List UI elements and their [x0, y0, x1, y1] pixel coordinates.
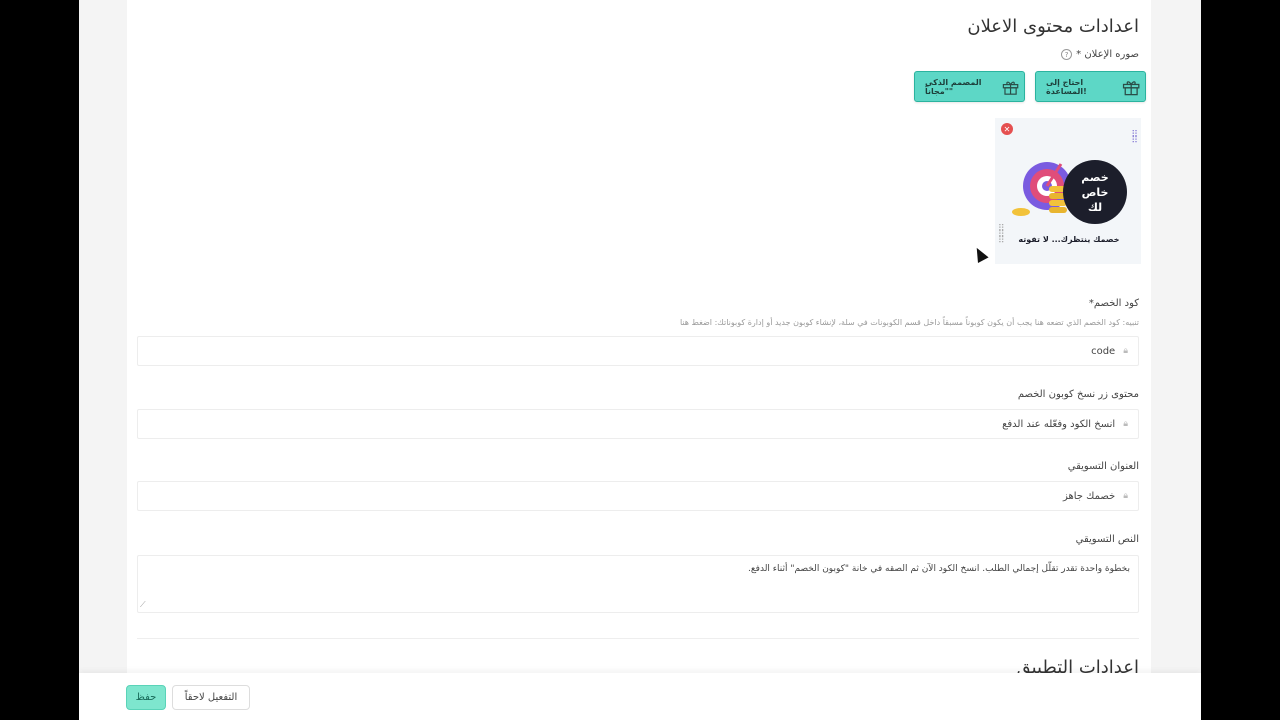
copy-button-text-label: محتوى زر نسخ كوبون الخصم [1017, 389, 1139, 400]
coupon-code-hint: تنبيه: كود الخصم الذي تضعه هنا يجب أن يك… [679, 318, 1139, 327]
drag-handle-icon[interactable]: ⠿ ⠿ [1131, 131, 1138, 146]
need-help-button[interactable]: احتاج إلى المساعدة! [1035, 71, 1146, 102]
promo-badge-line: خصم [1081, 170, 1109, 184]
save-button[interactable]: حفظ [126, 685, 166, 710]
footer-bar: حفظ التفعيل لاحقاً [79, 673, 1201, 720]
marketing-title-value: خصمك جاهز [1062, 490, 1116, 502]
ad-image-label: صوره الإعلان * [1076, 49, 1139, 60]
drag-handle-icon[interactable]: ⠿ ⠿ ⠿ [998, 225, 1005, 246]
help-icon[interactable]: ? [1061, 49, 1073, 60]
ad-image-preview: ✕ ⠿ ⠿ ⠿ ⠿ ⠿ خصم خاص لك خصمك ينتظرك... لا تف [995, 118, 1141, 264]
need-help-button-label: احتاج إلى المساعدة! [1046, 77, 1087, 96]
close-icon[interactable]: ✕ [1001, 123, 1013, 135]
coupon-code-value: code [1091, 345, 1116, 357]
marketing-text-label: النص التسويقي [1075, 534, 1139, 545]
gift-icon [1122, 80, 1140, 95]
gift-icon [1002, 81, 1019, 95]
promo-subtitle: خصمك ينتظرك... لا تفوته [1018, 235, 1120, 244]
ai-designer-button[interactable]: المصمم الذكي "مجاناً" [914, 71, 1025, 102]
copy-button-text-input[interactable]: 🔒︎ انسخ الكود وفعّله عند الدفع [137, 409, 1139, 439]
section-divider [137, 638, 1139, 639]
promo-badge: خصم خاص لك [1063, 160, 1127, 224]
ad-image-label-row: صوره الإعلان * ? [1061, 49, 1139, 60]
activate-later-button[interactable]: التفعيل لاحقاً [172, 685, 250, 710]
lock-icon: 🔒︎ [1123, 346, 1128, 356]
ad-settings-panel: اعدادات محتوى الاعلان صوره الإعلان * ? ا… [127, 0, 1151, 680]
coupon-code-label: كود الخصم* [1088, 298, 1139, 309]
marketing-text-value: بخطوة واحدة تقدر تقلّل إجمالي الطلب. انس… [748, 564, 1130, 574]
coupon-code-input[interactable]: 🔒︎ code [137, 336, 1139, 366]
marketing-title-label: العنوان التسويقي [1067, 461, 1139, 472]
promo-badge-line: لك [1087, 200, 1103, 214]
copy-button-text-value: انسخ الكود وفعّله عند الدفع [1002, 418, 1116, 430]
resize-handle-icon[interactable]: ⟋ [140, 600, 146, 610]
app-frame: اعدادات محتوى الاعلان صوره الإعلان * ? ا… [79, 0, 1201, 720]
ad-content-section-title: اعدادات محتوى الاعلان [967, 16, 1139, 37]
ai-designer-button-label: المصمم الذكي "مجاناً" [925, 77, 982, 96]
marketing-text-textarea[interactable]: بخطوة واحدة تقدر تقلّل إجمالي الطلب. انس… [137, 555, 1139, 613]
marketing-title-input[interactable]: 🔒︎ خصمك جاهز [137, 481, 1139, 511]
lock-icon: 🔒︎ [1123, 419, 1128, 429]
promo-badge-line: خاص [1081, 185, 1109, 199]
lock-icon: 🔒︎ [1123, 491, 1128, 501]
